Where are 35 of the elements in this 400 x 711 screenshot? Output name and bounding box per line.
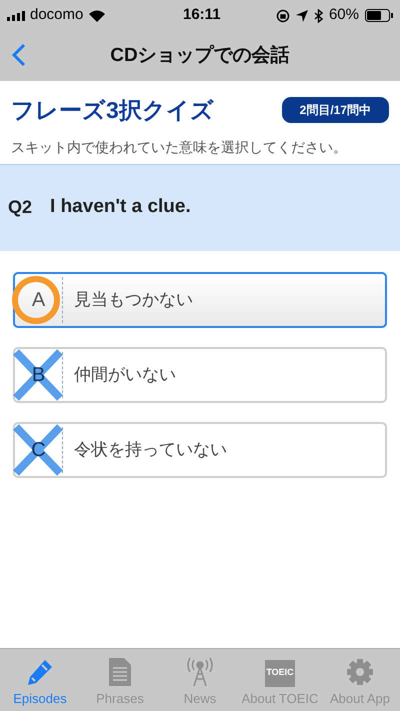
quiz-title: フレーズ3択クイズ — [11, 96, 214, 125]
question-number: Q2 — [8, 196, 32, 219]
nav-title: CDショップでの会話 — [110, 44, 290, 68]
wifi-icon — [89, 10, 106, 22]
signal-icon — [7, 10, 27, 20]
back-button[interactable] — [12, 43, 26, 67]
tab-bar-item[interactable]: Episodes — [0, 649, 80, 711]
carrier-name: docomo — [30, 5, 84, 26]
option-letter: A — [32, 288, 46, 312]
option-text: 令状を持っていない — [74, 438, 227, 461]
answer-option[interactable]: B 仲間がいない — [13, 346, 387, 402]
answer-option[interactable]: C 令状を持っていない — [13, 422, 387, 478]
option-text: 見当もつかない — [74, 288, 193, 311]
option-letter: B — [32, 362, 46, 388]
tab-bar-item[interactable]: News — [160, 649, 240, 711]
document-icon — [107, 656, 133, 686]
back-icon — [12, 43, 26, 67]
rotation-lock-icon — [276, 8, 290, 22]
bluetooth-icon — [314, 8, 323, 22]
instruction-text: スキット内で使われていた意味を選択してください。 — [10, 138, 348, 156]
location-arrow-icon — [296, 10, 308, 22]
settings-icon — [345, 656, 375, 686]
toeic-badge-icon: TOEIC — [265, 660, 295, 686]
battery-percent: 60% — [328, 5, 359, 26]
answer-option[interactable]: A 見当もつかない — [13, 272, 387, 328]
status-time: 16:11 — [183, 5, 221, 26]
option-letter: C — [31, 438, 46, 462]
tab-bar-item[interactable]: Phrases — [80, 649, 160, 711]
progress-badge: 2問目/17問中 — [282, 97, 389, 124]
selection-ring-icon — [12, 276, 60, 324]
battery-icon — [365, 9, 393, 22]
tab-bar-item[interactable]: TOEIC About TOEIC — [240, 649, 320, 711]
option-text: 仲間がいない — [74, 364, 176, 386]
question-text: I haven't a clue. — [50, 195, 191, 220]
tab-bar-item[interactable]: About App — [320, 649, 400, 711]
